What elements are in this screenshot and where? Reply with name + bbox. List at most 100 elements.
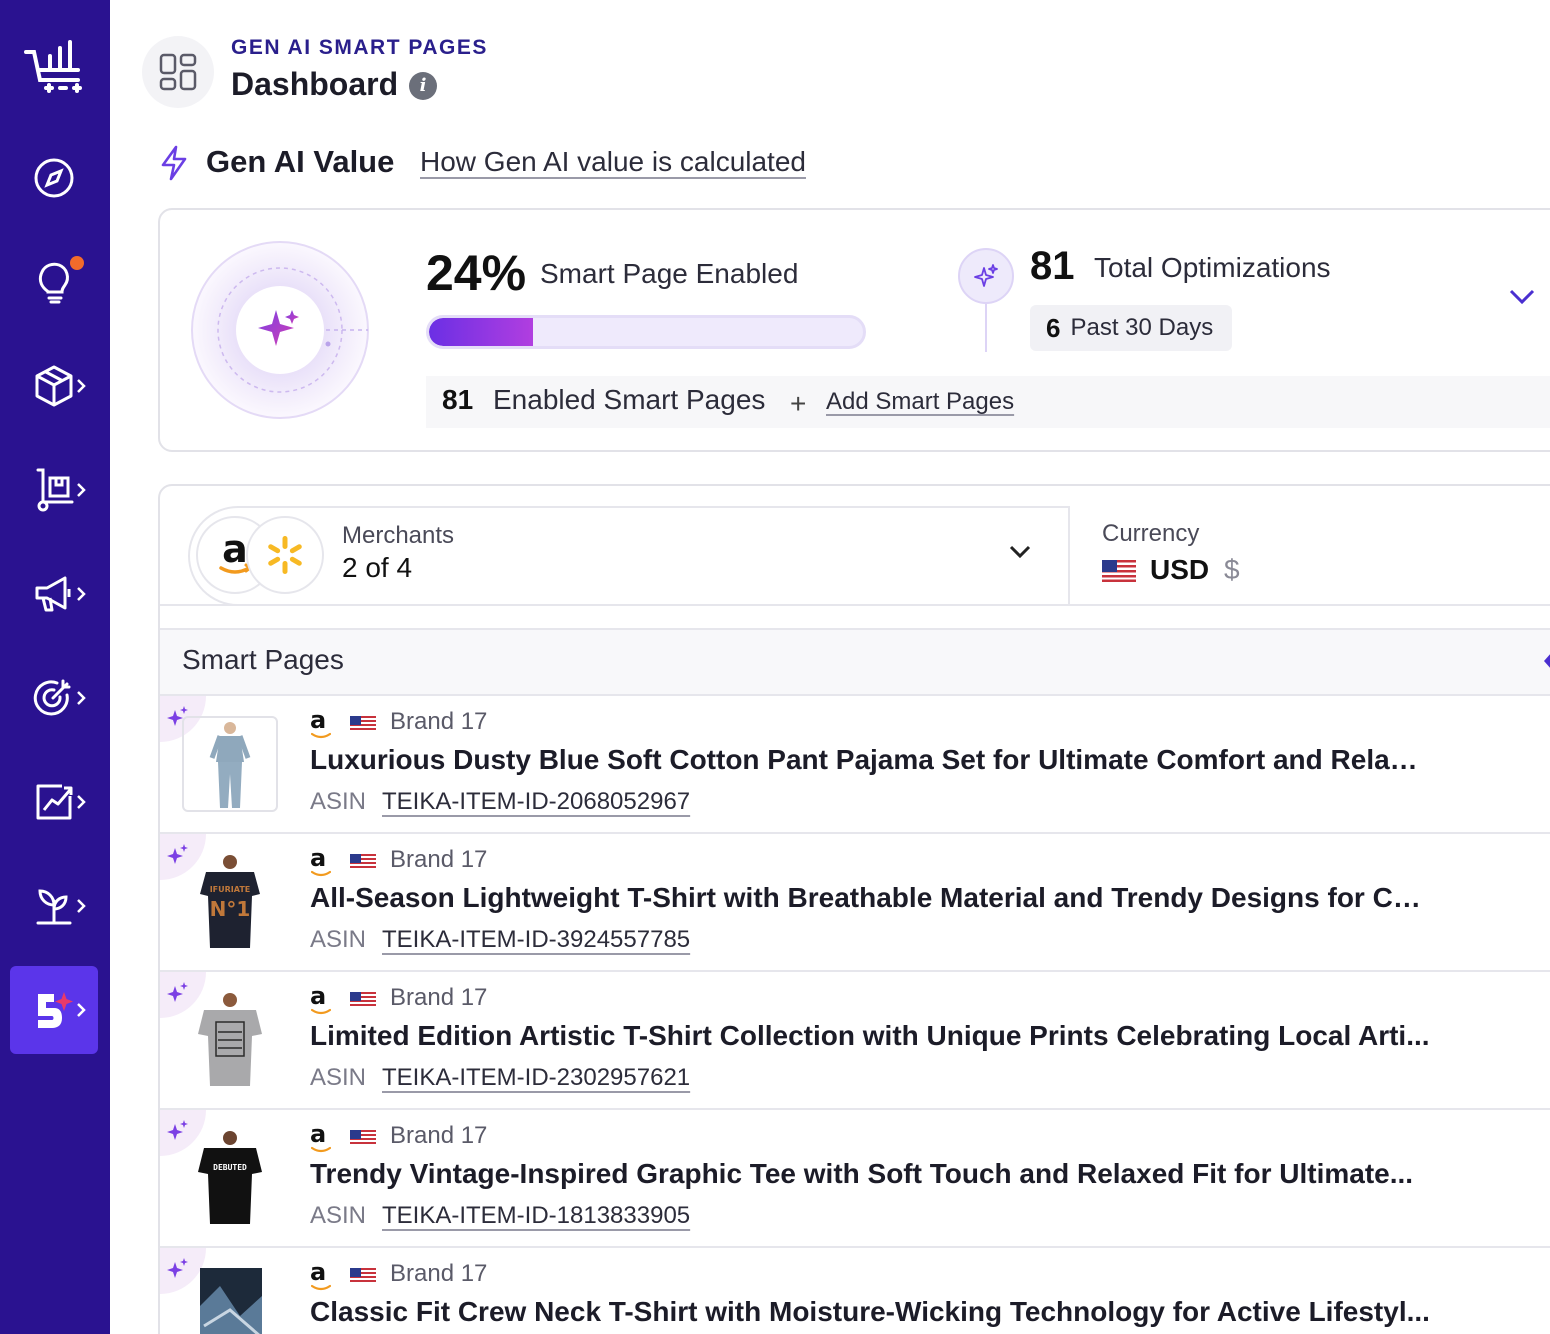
smart-page-row[interactable]: a Brand 17 Luxurious Dusty Blue Soft Cotto… (160, 696, 1550, 834)
smart-page-icon (38, 992, 73, 1028)
product-title[interactable]: Trendy Vintage-Inspired Graphic Tee with… (310, 1158, 1413, 1190)
sprout-icon (36, 889, 72, 925)
lightbulb-icon (38, 262, 69, 304)
amazon-smile-icon (311, 870, 331, 877)
svg-text:DEBUTED: DEBUTED (213, 1163, 247, 1172)
sidebar-item-targeting[interactable] (10, 654, 98, 742)
currency-value[interactable]: USD (1150, 554, 1209, 586)
chevron-right-icon (77, 899, 86, 913)
chevron-right-icon (77, 691, 86, 705)
enabled-smart-pages-label: Enabled Smart Pages (493, 384, 766, 415)
amazon-icon: a (310, 1258, 327, 1286)
amazon-smile-icon (311, 1008, 331, 1015)
sort-icon[interactable] (1538, 648, 1550, 674)
product-thumbnail[interactable] (182, 1268, 278, 1334)
brand-name: Brand 17 (390, 1260, 488, 1287)
total-optimizations-value: 81 (1030, 244, 1075, 288)
sidebar-item-products[interactable] (10, 342, 98, 430)
chart-icon (36, 784, 73, 820)
chevron-right-icon (77, 795, 86, 809)
connector-line (985, 304, 987, 352)
enabled-smart-pages-count: 81 (442, 384, 474, 415)
asin-label: ASIN (310, 1064, 367, 1091)
amazon-icon: a (310, 706, 327, 734)
smart-pages-header-label: Smart Pages (182, 644, 344, 675)
lightning-icon (161, 145, 187, 181)
us-flag-icon (350, 854, 376, 870)
asin-link[interactable]: TEIKA-ITEM-ID-2068052967 (382, 788, 690, 816)
product-title[interactable]: Classic Fit Crew Neck T-Shirt with Moist… (310, 1296, 1430, 1328)
us-flag-icon (350, 1268, 376, 1284)
asin-label: ASIN (310, 788, 367, 815)
chevron-right-icon (77, 587, 86, 601)
total-optimizations-label: Total Optimizations (1094, 252, 1331, 283)
section-label: GEN AI SMART PAGES (231, 36, 488, 59)
asin-link[interactable]: TEIKA-ITEM-ID-2302957621 (382, 1064, 690, 1092)
merchants-label: Merchants (342, 522, 455, 549)
product-thumbnail[interactable]: IFURIATE N°1 (182, 854, 278, 950)
svg-text:N°1: N°1 (210, 897, 251, 921)
expand-chevron-icon[interactable] (1508, 288, 1536, 306)
gen-ai-value-help-link[interactable]: How Gen AI value is calculated (420, 146, 806, 178)
hand-truck-icon (36, 468, 74, 512)
us-flag-icon (350, 1130, 376, 1146)
product-thumbnail[interactable] (182, 992, 278, 1088)
us-flag-icon (350, 716, 376, 732)
plus-icon[interactable]: + (790, 388, 806, 420)
ai-sparkle-orb-icon (191, 241, 369, 419)
asin-label: ASIN (310, 926, 367, 953)
smart-page-row[interactable]: DEBUTED a Brand 17 Trendy Vintage-Inspired … (160, 1110, 1550, 1248)
dashboard-layout-icon (142, 36, 214, 108)
merchants-value: 2 of 4 (342, 552, 413, 583)
asin-link[interactable]: TEIKA-ITEM-ID-3924557785 (382, 926, 690, 954)
sidebar-item-smart-pages[interactable] (10, 966, 98, 1054)
us-flag-icon (1102, 560, 1136, 582)
sidebar-item-inventory[interactable] (10, 446, 98, 534)
brand-name: Brand 17 (390, 708, 488, 735)
percent-enabled-label: Smart Page Enabled (540, 258, 799, 289)
sidebar-item-analytics[interactable] (10, 22, 98, 110)
past-30-days-value: 6 (1046, 312, 1061, 343)
sidebar-item-marketing[interactable] (10, 550, 98, 638)
product-thumbnail[interactable]: DEBUTED (182, 1130, 278, 1226)
smart-page-progress-bar (426, 315, 866, 349)
box-icon (35, 365, 73, 407)
smart-page-row[interactable]: a Brand 17 Classic Fit Crew Neck T-Shirt w… (160, 1248, 1550, 1334)
divider (1068, 506, 1070, 606)
amazon-icon: a (310, 982, 327, 1010)
sidebar-item-growth[interactable] (10, 862, 98, 950)
currency-symbol: $ (1224, 554, 1240, 585)
amazon-smile-icon (311, 1284, 331, 1291)
brand-name: Brand 17 (390, 846, 488, 873)
amazon-icon: a (310, 1120, 327, 1148)
amazon-smile-icon (311, 1146, 331, 1153)
sidebar-item-reports[interactable] (10, 758, 98, 846)
product-title[interactable]: All-Season Lightweight T-Shirt with Brea… (310, 882, 1432, 914)
add-smart-pages-link[interactable]: Add Smart Pages (826, 388, 1014, 416)
sidebar (0, 0, 110, 1334)
target-icon (33, 679, 71, 716)
chevron-right-icon (77, 1003, 86, 1017)
product-title[interactable]: Limited Edition Artistic T-Shirt Collect… (310, 1020, 1430, 1052)
svg-text:IFURIATE: IFURIATE (210, 885, 251, 894)
brand-name: Brand 17 (390, 1122, 488, 1149)
chevron-down-icon[interactable] (1008, 544, 1032, 560)
product-thumbnail[interactable] (182, 716, 278, 812)
chevron-right-icon (77, 483, 86, 497)
gen-ai-value-title: Gen AI Value (206, 144, 395, 179)
smart-page-row[interactable]: a Brand 17 Limited Edition Artistic T-Shir… (160, 972, 1550, 1110)
walmart-logo-icon (246, 516, 324, 594)
product-title[interactable]: Luxurious Dusty Blue Soft Cotton Pant Pa… (310, 744, 1432, 776)
asin-link[interactable]: TEIKA-ITEM-ID-1813833905 (382, 1202, 690, 1230)
percent-enabled-value: 24% (426, 245, 527, 301)
sidebar-item-explore[interactable] (10, 134, 98, 222)
brand-name: Brand 17 (390, 984, 488, 1011)
sparkle-icon (958, 248, 1014, 304)
sidebar-item-insights[interactable] (10, 238, 98, 326)
asin-label: ASIN (310, 1202, 367, 1229)
megaphone-icon (35, 576, 71, 612)
amazon-icon: a (310, 844, 327, 872)
chevron-right-icon (77, 379, 86, 393)
smart-page-row[interactable]: IFURIATE N°1 a Brand 17 All-Season Lightweig… (160, 834, 1550, 972)
info-icon[interactable]: i (409, 72, 437, 100)
